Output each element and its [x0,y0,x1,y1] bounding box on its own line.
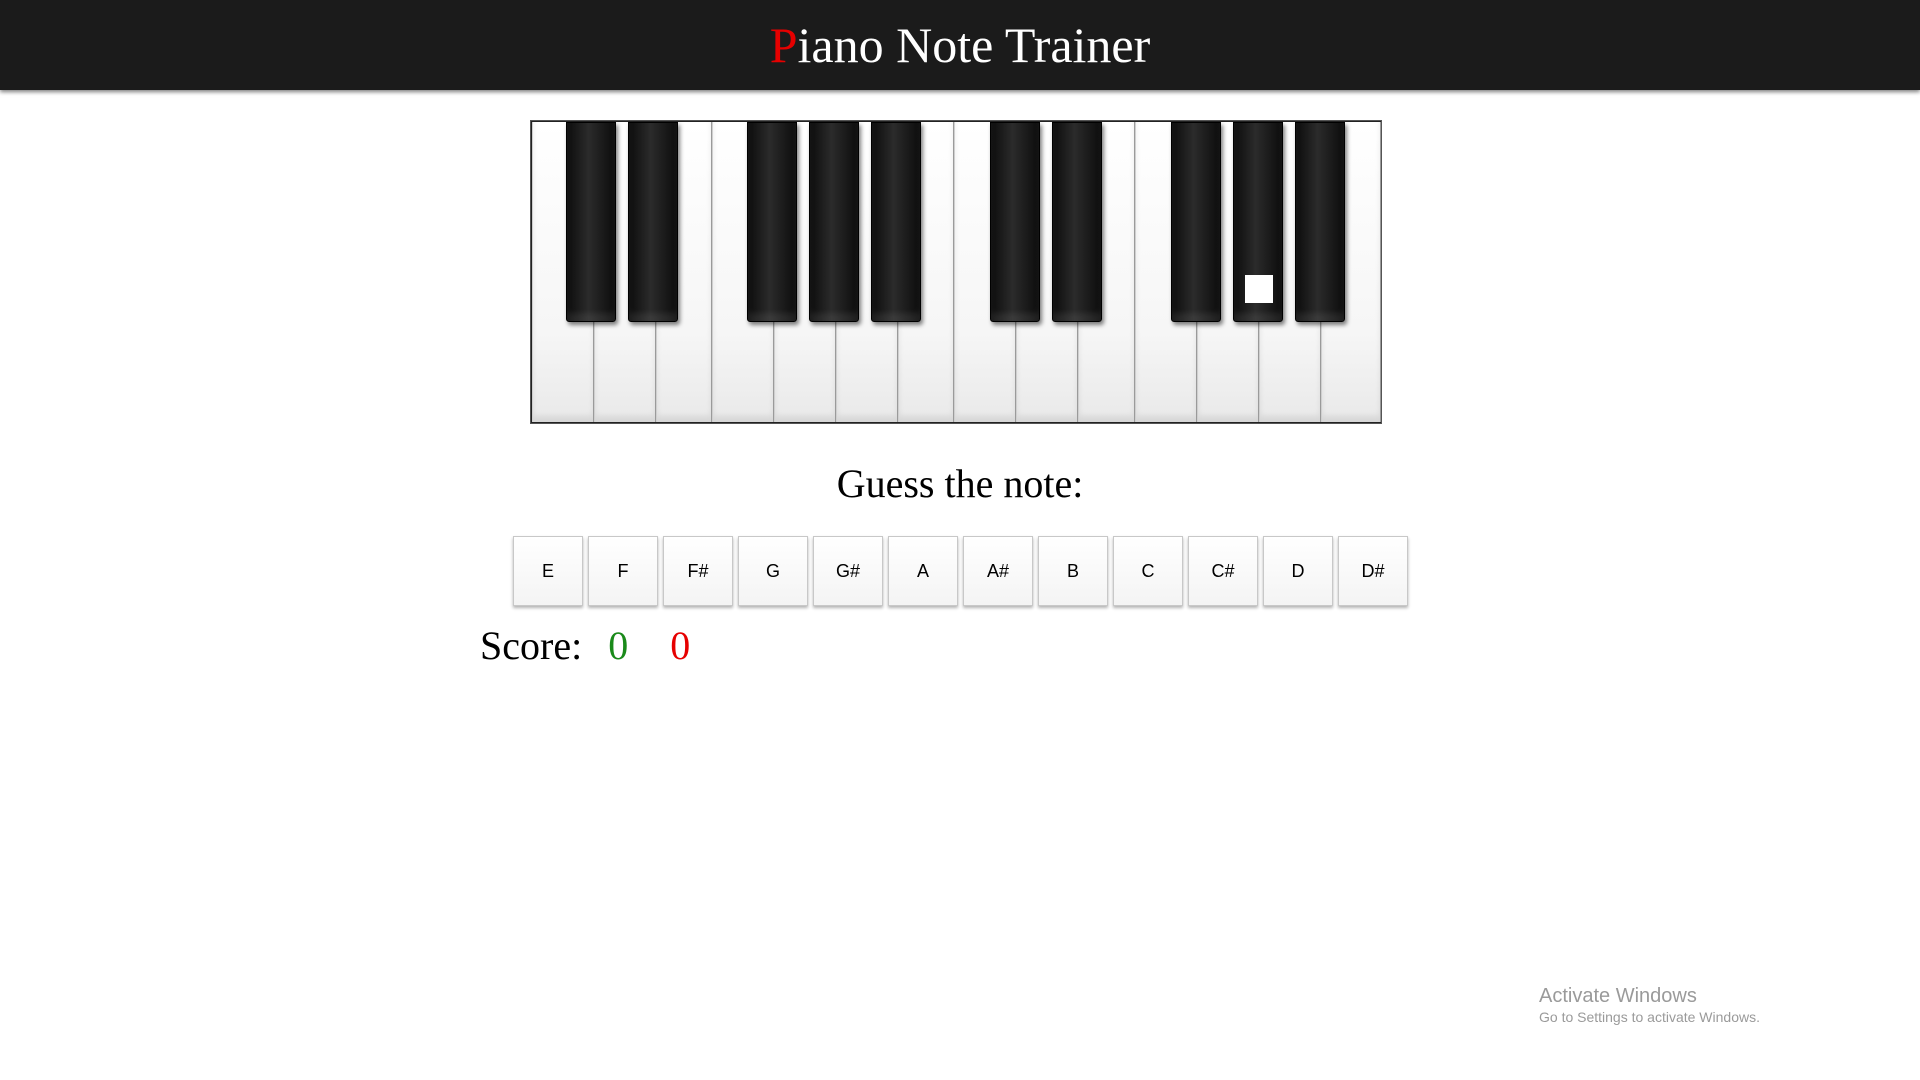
answer-button-c[interactable]: C [1113,536,1183,606]
piano-black-key[interactable] [628,122,678,322]
answer-button-g-sharp[interactable]: G# [813,536,883,606]
piano-black-key[interactable] [809,122,859,322]
answer-button-c-sharp[interactable]: C# [1188,536,1258,606]
answer-button-f-sharp[interactable]: F# [663,536,733,606]
piano-black-key[interactable] [566,122,616,322]
answer-button-a-sharp[interactable]: A# [963,536,1033,606]
piano-black-key[interactable] [1171,122,1221,322]
answer-button-d[interactable]: D [1263,536,1333,606]
piano-black-key-highlighted[interactable] [1233,122,1283,322]
piano-keyboard [530,120,1382,424]
answer-button-a[interactable]: A [888,536,958,606]
score-display: Score: 0 0 [480,622,690,669]
app-header: Piano Note Trainer [0,0,1920,90]
score-label: Score: [480,623,583,668]
answer-button-g[interactable]: G [738,536,808,606]
answer-button-f[interactable]: F [588,536,658,606]
piano-black-key[interactable] [1295,122,1345,322]
watermark-title: Activate Windows [1539,985,1697,1007]
guess-prompt: Guess the note: [836,461,1084,506]
app-title-first-letter: P [769,17,798,73]
score-correct-count: 0 [608,623,629,668]
answer-buttons: E F F# G G# A A# B C C# D D# [513,536,1408,606]
app-title: Piano Note Trainer [770,20,1151,70]
piano-black-key[interactable] [1052,122,1102,322]
watermark-subtitle: Go to Settings to activate Windows. [1539,1009,1760,1025]
score-wrong-count: 0 [670,623,691,668]
note-marker [1245,275,1273,303]
piano-black-key[interactable] [990,122,1040,322]
answer-button-b[interactable]: B [1038,536,1108,606]
answer-button-e[interactable]: E [513,536,583,606]
piano-black-key[interactable] [747,122,797,322]
piano-black-key[interactable] [871,122,921,322]
answer-button-d-sharp[interactable]: D# [1338,536,1408,606]
activate-windows-watermark: Activate Windows Go to Settings to activ… [1539,984,1760,1026]
app-title-rest: iano Note Trainer [797,17,1151,73]
